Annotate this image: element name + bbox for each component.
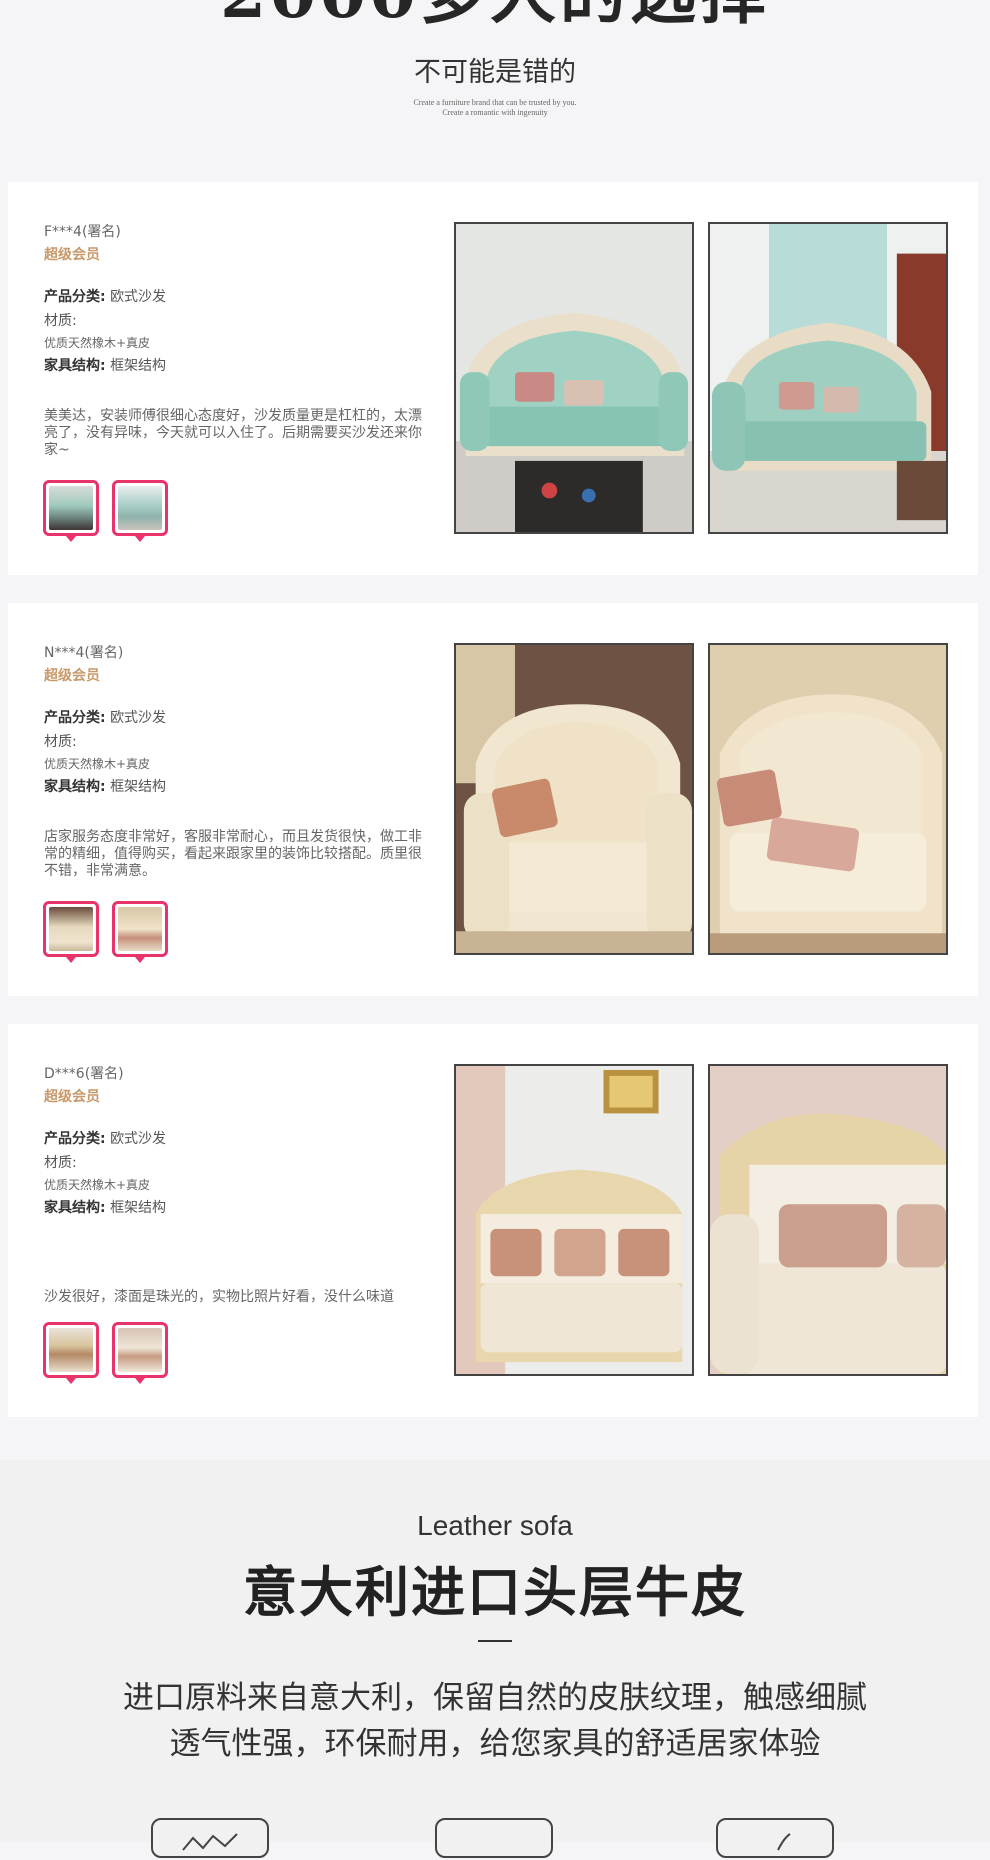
- review-photo[interactable]: [454, 222, 694, 534]
- reviewer-name: D***6(署名): [44, 1066, 124, 1082]
- feature-icon-box: [151, 1818, 269, 1858]
- structure-label: 家具结构:: [44, 779, 106, 795]
- divider-line: [478, 1640, 512, 1642]
- review-card: D***6(署名) 超级会员 产品分类: 欧式沙发 材质: 优质天然橡木+真皮 …: [8, 1024, 978, 1417]
- structure-row: 家具结构: 框架结构: [44, 355, 166, 375]
- material-label: 材质:: [44, 734, 77, 750]
- category-label: 产品分类:: [44, 710, 106, 726]
- structure-row: 家具结构: 框架结构: [44, 776, 166, 796]
- review-thumbnail[interactable]: [112, 901, 168, 963]
- reviewer-name: N***4(署名): [44, 645, 124, 661]
- review-text: 美美达，安装师傅很细心态度好，沙发质量更是杠杠的，太漂亮了，没有异味，今天就可以…: [44, 408, 422, 458]
- structure-label: 家具结构:: [44, 358, 106, 374]
- review-photo[interactable]: [708, 222, 948, 534]
- category-value: 欧式沙发: [110, 1131, 167, 1147]
- thumbnail-image: [118, 1328, 162, 1372]
- thumbnail-image: [49, 486, 93, 530]
- hero-english-line-2: Create a romantic with ingenuity: [442, 108, 548, 117]
- review-text: 沙发很好，漆面是珠光的，实物比照片好看，没什么味道: [44, 1289, 394, 1305]
- product-category-row: 产品分类: 欧式沙发: [44, 286, 166, 306]
- structure-value: 框架结构: [110, 358, 167, 374]
- material-value: 优质天然橡木+真皮: [44, 757, 151, 771]
- review-photo[interactable]: [708, 643, 948, 955]
- reviewer-name: F***4(署名): [44, 224, 121, 240]
- review-thumbnail[interactable]: [43, 480, 99, 542]
- review-photo[interactable]: [708, 1064, 948, 1376]
- material-value: 优质天然橡木+真皮: [44, 1178, 151, 1192]
- material-label: 材质:: [44, 313, 77, 329]
- review-thumbnail[interactable]: [112, 480, 168, 542]
- feature-icon-box: [435, 1818, 553, 1858]
- structure-label: 家具结构:: [44, 1200, 106, 1216]
- review-thumbnail[interactable]: [112, 1322, 168, 1384]
- leather-description-line-2: 透气性强，环保耐用，给您家具的舒适居家体验: [169, 1726, 821, 1762]
- member-level-badge: 超级会员: [44, 1089, 100, 1105]
- material-label: 材质:: [44, 1155, 77, 1171]
- thumbnail-image: [49, 1328, 93, 1372]
- thumbnail-image: [118, 907, 162, 951]
- review-thumbnail[interactable]: [43, 901, 99, 963]
- review-text: 店家服务态度非常好，客服非常耐心，而且发货很快，做工非常的精细，值得购买，看起来…: [44, 829, 422, 879]
- structure-value: 框架结构: [110, 1200, 167, 1216]
- structure-row: 家具结构: 框架结构: [44, 1197, 166, 1217]
- material-value: 优质天然橡木+真皮: [44, 336, 151, 350]
- member-level-badge: 超级会员: [44, 247, 100, 263]
- hero-headline: 2000多人的选择: [0, 0, 990, 24]
- product-detail-page: 2000多人的选择 不可能是错的 Create a furniture bran…: [0, 0, 990, 1858]
- review-card: F***4(署名) 超级会员 产品分类: 欧式沙发 材质: 优质天然橡木+真皮 …: [8, 182, 978, 575]
- review-card: N***4(署名) 超级会员 产品分类: 欧式沙发 材质: 优质天然橡木+真皮 …: [8, 603, 978, 996]
- category-value: 欧式沙发: [110, 710, 167, 726]
- product-category-row: 产品分类: 欧式沙发: [44, 1128, 166, 1148]
- category-label: 产品分类:: [44, 289, 106, 305]
- category-value: 欧式沙发: [110, 289, 167, 305]
- product-category-row: 产品分类: 欧式沙发: [44, 707, 166, 727]
- thumbnail-image: [118, 486, 162, 530]
- category-label: 产品分类:: [44, 1131, 106, 1147]
- thumbnail-image: [49, 907, 93, 951]
- feature-icon-box: [716, 1818, 834, 1858]
- leather-english-heading: Leather sofa: [417, 1510, 573, 1541]
- feature-icon: [182, 1833, 238, 1851]
- hero-english-tagline: Create a furniture brand that can be tru…: [0, 98, 990, 118]
- leather-section: Leather sofa 意大利进口头层牛皮 进口原料来自意大利，保留自然的皮肤…: [0, 1460, 990, 1858]
- review-thumbnail[interactable]: [43, 1322, 99, 1384]
- review-photo[interactable]: [454, 643, 694, 955]
- feature-icon: [777, 1833, 791, 1851]
- hero-subtitle: 不可能是错的: [414, 57, 576, 88]
- leather-title: 意大利进口头层牛皮: [243, 1560, 747, 1624]
- member-level-badge: 超级会员: [44, 668, 100, 684]
- leather-description-line-1: 进口原料来自意大利，保留自然的皮肤纹理，触感细腻: [123, 1680, 867, 1716]
- review-photo[interactable]: [454, 1064, 694, 1376]
- structure-value: 框架结构: [110, 779, 167, 795]
- hero-english-line-1: Create a furniture brand that can be tru…: [413, 98, 577, 107]
